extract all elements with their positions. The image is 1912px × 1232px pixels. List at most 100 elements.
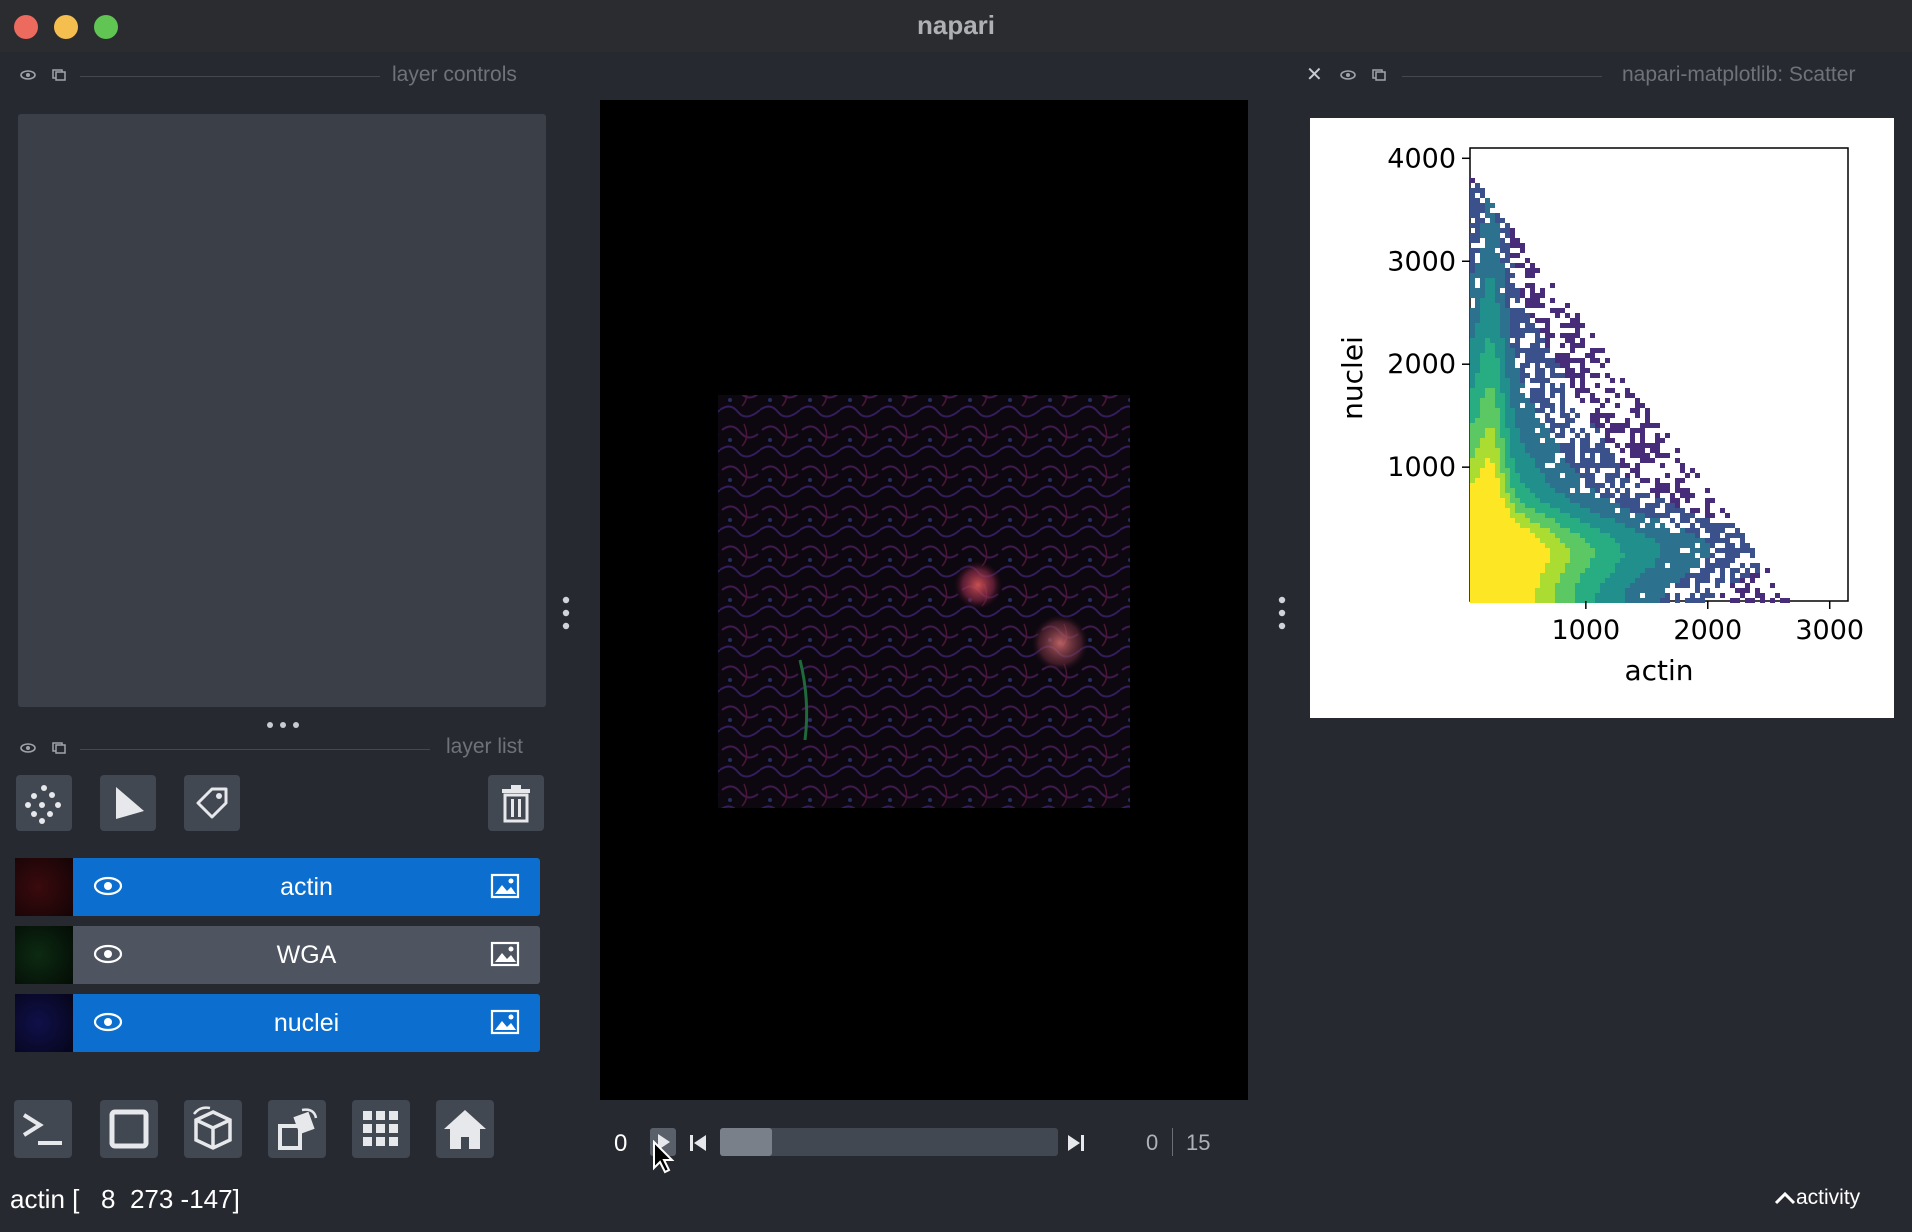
density-cell (1520, 558, 1525, 563)
density-cell (1510, 388, 1515, 393)
home-button[interactable] (436, 1100, 494, 1158)
density-cell (1625, 493, 1630, 498)
undock-icon[interactable] (52, 69, 66, 81)
density-cell (1500, 363, 1505, 368)
density-cell (1480, 503, 1485, 508)
density-cell (1615, 553, 1620, 558)
current-frame[interactable]: 0 (1146, 1130, 1158, 1156)
layer-name[interactable]: WGA (73, 941, 540, 970)
density-cell (1535, 353, 1540, 358)
density-cell (1530, 378, 1535, 383)
density-cell (1535, 393, 1540, 398)
density-cell (1660, 453, 1665, 458)
density-cell (1540, 558, 1545, 563)
plugin-dock-header: ✕ napari-matplotlib: Scatter (1300, 60, 1912, 90)
transpose-icon (278, 1108, 318, 1150)
density-cell (1755, 588, 1760, 593)
density-cell (1565, 523, 1570, 528)
density-cell (1490, 468, 1495, 473)
undock-icon[interactable] (1372, 69, 1386, 81)
density-cell (1615, 468, 1620, 473)
density-cell (1725, 558, 1730, 563)
left-dock-splitter[interactable] (562, 596, 570, 635)
density-cell (1470, 598, 1475, 603)
density-cell (1495, 403, 1500, 408)
density-cell (1525, 433, 1530, 438)
ndisplay-button[interactable] (100, 1100, 158, 1158)
float-eye-icon[interactable] (1340, 70, 1356, 80)
density-cell (1640, 493, 1645, 498)
density-cell (1550, 308, 1555, 313)
density-cell (1735, 548, 1740, 553)
density-cell (1490, 458, 1495, 463)
density-cell (1540, 383, 1545, 388)
density-cell (1540, 488, 1545, 493)
density-cell (1660, 483, 1665, 488)
density-cell (1480, 488, 1485, 493)
density-cell (1510, 483, 1515, 488)
dims-slider-handle[interactable] (720, 1128, 772, 1156)
density-cell (1655, 553, 1660, 558)
density-cell (1685, 563, 1690, 568)
density-cell (1480, 533, 1485, 538)
density-cell (1475, 533, 1480, 538)
density-cell (1635, 578, 1640, 583)
density-cell (1675, 448, 1680, 453)
layer-row-actin[interactable]: actin (15, 858, 540, 916)
density-cell (1580, 373, 1585, 378)
step-forward-icon[interactable] (1066, 1132, 1086, 1154)
density-cell (1725, 513, 1730, 518)
density-cell (1625, 503, 1630, 508)
layer-name[interactable]: actin (73, 873, 540, 902)
grid-view-button[interactable] (352, 1100, 410, 1158)
float-eye-icon[interactable] (20, 70, 36, 80)
density-cell (1475, 563, 1480, 568)
new-points-layer-button[interactable] (16, 775, 72, 831)
density-cell (1495, 518, 1500, 523)
density-cell (1720, 528, 1725, 533)
density-cell (1700, 553, 1705, 558)
density-cell (1620, 543, 1625, 548)
density-cell (1510, 228, 1515, 233)
density-cell (1510, 293, 1515, 298)
density-cell (1485, 528, 1490, 533)
density-cell (1475, 548, 1480, 553)
viewer-canvas[interactable] (600, 100, 1248, 1100)
density-cell (1490, 388, 1495, 393)
activity-button[interactable]: activity (1774, 1186, 1860, 1210)
new-labels-layer-button[interactable] (184, 775, 240, 831)
roll-dims-button[interactable] (184, 1100, 242, 1158)
dims-slider-track[interactable] (720, 1128, 1058, 1156)
transpose-dims-button[interactable] (268, 1100, 326, 1158)
close-dock-icon[interactable]: ✕ (1306, 62, 1323, 87)
density-cell (1470, 493, 1475, 498)
density-cell (1600, 348, 1605, 353)
density-cell (1525, 453, 1530, 458)
right-dock-splitter[interactable] (1278, 596, 1286, 635)
density-cell (1750, 553, 1755, 558)
step-back-icon[interactable] (688, 1132, 708, 1154)
density-cell (1680, 568, 1685, 573)
density-cell (1645, 503, 1650, 508)
console-button[interactable] (14, 1100, 72, 1158)
layer-row-nuclei[interactable]: nuclei (15, 994, 540, 1052)
layer-row-wga[interactable]: WGA (15, 926, 540, 984)
density-cell (1510, 548, 1515, 553)
density-cell (1565, 553, 1570, 558)
delete-layer-button[interactable] (488, 775, 544, 831)
density-cell (1500, 358, 1505, 363)
undock-icon[interactable] (52, 742, 66, 754)
chevron-up-icon (1774, 1192, 1796, 1205)
density-cell (1505, 373, 1510, 378)
layer-name[interactable]: nuclei (73, 1009, 540, 1038)
float-eye-icon[interactable] (20, 743, 36, 753)
density-cell (1510, 238, 1515, 243)
density-cell (1605, 433, 1610, 438)
new-shapes-layer-button[interactable] (100, 775, 156, 831)
density-cell (1495, 308, 1500, 313)
density-cell (1505, 288, 1510, 293)
density-cell (1675, 458, 1680, 463)
density-cell (1705, 588, 1710, 593)
density-cell (1740, 538, 1745, 543)
density-cell (1490, 413, 1495, 418)
